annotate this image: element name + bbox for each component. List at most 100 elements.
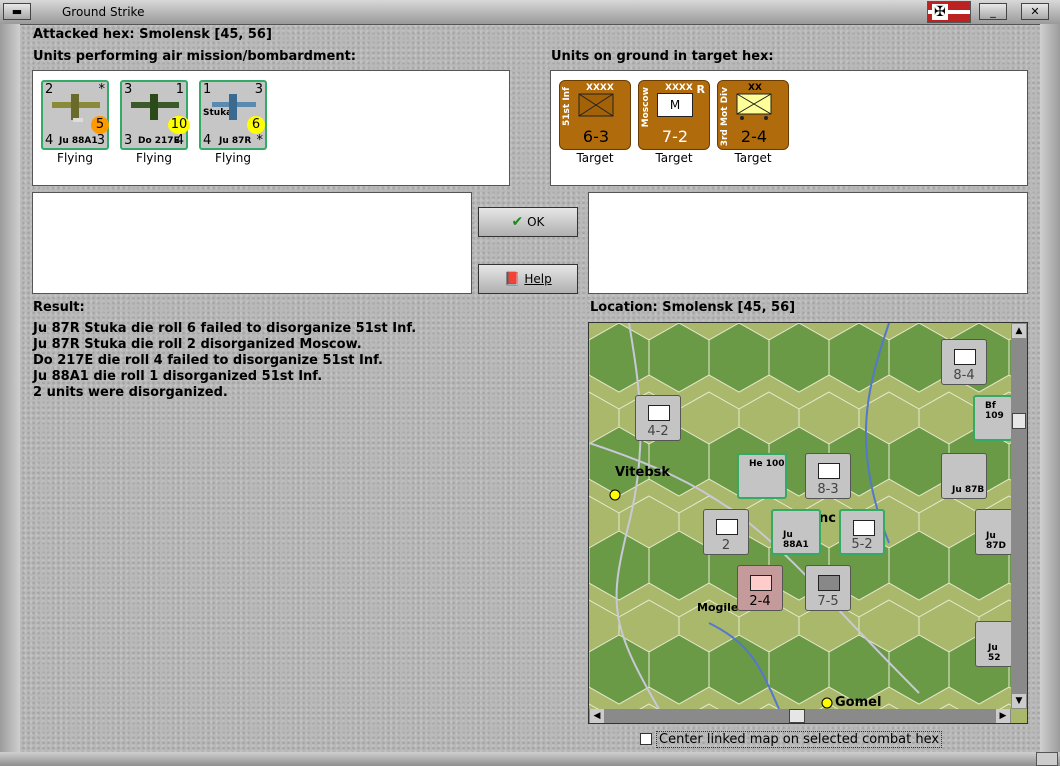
counter-value: 5-2 [851,537,873,552]
motorized-infantry-icon [736,93,772,120]
help-button[interactable]: 📕 Help [478,264,578,294]
ground-status-3: Target [734,151,772,165]
counter-bl: 4 [203,133,212,148]
strength-badge: 5 [91,116,109,134]
scroll-right-icon[interactable]: ▶ [996,709,1010,723]
map-counter-4[interactable]: 2 [703,509,749,555]
counter-name: Ju 87D [986,531,1006,551]
center-map-checkbox[interactable] [640,733,652,745]
counter-bl: 4 [45,133,54,148]
ground-units-panel: 51st Inf XXXX 6-3 Target Moscow XXXX R M… [550,70,1028,186]
help-book-icon: 📕 [504,272,521,287]
air-counter-do217e[interactable]: 3 1 10 3 Do 217E 4 [120,80,190,150]
counter-br: 3 [96,133,105,148]
air-counter-ju87r[interactable]: 1 3 Stuka 6 4 Ju 87R * [199,80,267,150]
ground-counter-moscow[interactable]: Moscow XXXX R M 7-2 [638,80,710,150]
air-status-3: Flying [215,151,251,165]
counter-name: Ju 88A1 [59,136,98,146]
map-counter-7[interactable]: 7-5 [805,565,851,611]
ground-counter-3rd-mot-div[interactable]: 3rd Mot Div XX 2-4 [717,80,789,150]
air-status-1: Flying [57,151,93,165]
counter-name: 51st Inf [562,87,572,126]
counter-size: XXXX [665,83,693,93]
counter-value: 2-4 [740,127,768,146]
result-log: Ju 87R Stuka die roll 6 failed to disorg… [33,321,416,401]
window-title: Ground Strike [62,5,145,19]
city-smolensk: nc [819,511,836,526]
map-air-he100[interactable]: He 100 [737,453,787,499]
counter-value: 7-5 [817,594,839,609]
ground-status-2: Target [655,151,693,165]
air-units-panel: 2 * 5 4 Ju 88A1 3 Flying 3 1 10 3 Do 217… [32,70,510,186]
strength-badge: 10 [168,116,190,134]
help-label: Help [524,272,552,286]
counter-value: 8-3 [817,482,839,497]
result-line: Do 217E die roll 4 failed to disorganize… [33,353,383,368]
close-button[interactable]: ✕ [1021,3,1049,20]
strength-badge: 6 [247,116,265,134]
counter-name: Moscow [641,87,651,128]
counter-name: Do 217E [138,136,180,146]
center-map-checkbox-label[interactable]: Center linked map on selected combat hex [656,731,943,748]
counter-bl: 3 [124,133,133,148]
counter-value: 7-2 [661,127,689,146]
map-hscrollbar[interactable]: ◀ ▶ [589,709,1011,723]
window-right-edge [1040,24,1060,766]
ground-detail-panel [588,192,1028,294]
scroll-down-icon[interactable]: ▼ [1012,694,1026,708]
ground-counter-51st-inf[interactable]: 51st Inf XXXX 6-3 [559,80,631,150]
hscroll-thumb[interactable] [789,709,805,723]
map-air-ju52[interactable]: Ju 52 [975,621,1013,667]
nation-flag-icon: ✠ [927,1,971,23]
counter-name: He 100 [749,459,785,469]
counter-br: * [256,133,264,148]
location-map[interactable]: Vitebsk Mogile Gomel nc 4-2 8-3 8-4 2 5-… [588,322,1028,724]
counter-name: Ju 87B [952,485,985,495]
counter-value: 8-4 [953,368,975,383]
air-detail-panel [32,192,472,294]
map-counter-6[interactable]: 2-4 [737,565,783,611]
vscroll-thumb[interactable] [1012,413,1026,429]
counter-size: XXXX [586,83,614,93]
city-mogilev: Mogile [697,601,739,614]
map-air-ju88a1[interactable]: Ju 88A1 [771,509,821,555]
scroll-up-icon[interactable]: ▲ [1012,324,1026,338]
militia-symbol-icon: M [657,93,693,117]
attacked-hex-label: Attacked hex: Smolensk [45, 56] [33,27,272,42]
air-units-label: Units performing air mission/bombardment… [33,49,357,64]
resize-grip-icon[interactable] [1036,752,1058,766]
counter-name: Ju 52 [988,643,1001,663]
map-air-bf109[interactable]: Bf 109 [973,395,1013,441]
counter-size: XX [748,83,762,93]
counter-value: 6-3 [582,127,610,146]
location-label: Location: Smolensk [45, 56] [590,300,796,315]
ground-units-label: Units on ground in target hex: [551,49,774,64]
map-vscrollbar[interactable]: ▲ ▼ [1011,323,1027,709]
city-gomel: Gomel [835,695,882,710]
ok-button[interactable]: ✔ OK [478,207,578,237]
system-menu-button[interactable]: ▬ [3,3,31,20]
air-counter-ju88a1[interactable]: 2 * 5 4 Ju 88A1 3 [41,80,109,150]
city-vitebsk: Vitebsk [615,465,671,480]
map-air-ju87d[interactable]: Ju 87D [975,509,1013,555]
result-label: Result: [33,300,85,315]
minimize-button[interactable]: _ [979,3,1007,20]
counter-value: 4-2 [647,424,669,439]
map-air-ju87b[interactable]: Ju 87B [941,453,987,499]
window-bottom-edge [0,752,1060,766]
counter-name: Bf 109 [985,401,1004,421]
scroll-left-icon[interactable]: ◀ [590,709,604,723]
ground-status-1: Target [576,151,614,165]
result-line: Ju 88A1 die roll 1 disorganized 51st Inf… [33,369,323,384]
result-line: Ju 87R Stuka die roll 2 disorganized Mos… [33,337,362,352]
result-line: 2 units were disorganized. [33,385,228,400]
map-counter-3[interactable]: 8-4 [941,339,987,385]
map-counter-1[interactable]: 4-2 [635,395,681,441]
counter-value: 2 [721,538,731,553]
map-counter-2[interactable]: 8-3 [805,453,851,499]
window-left-edge [0,24,20,766]
map-counter-5[interactable]: 5-2 [839,509,885,555]
counter-extra: R [696,83,705,96]
ok-label: OK [527,215,545,229]
title-bar: ▬ Ground Strike ✠ _ ✕ [0,0,1060,25]
